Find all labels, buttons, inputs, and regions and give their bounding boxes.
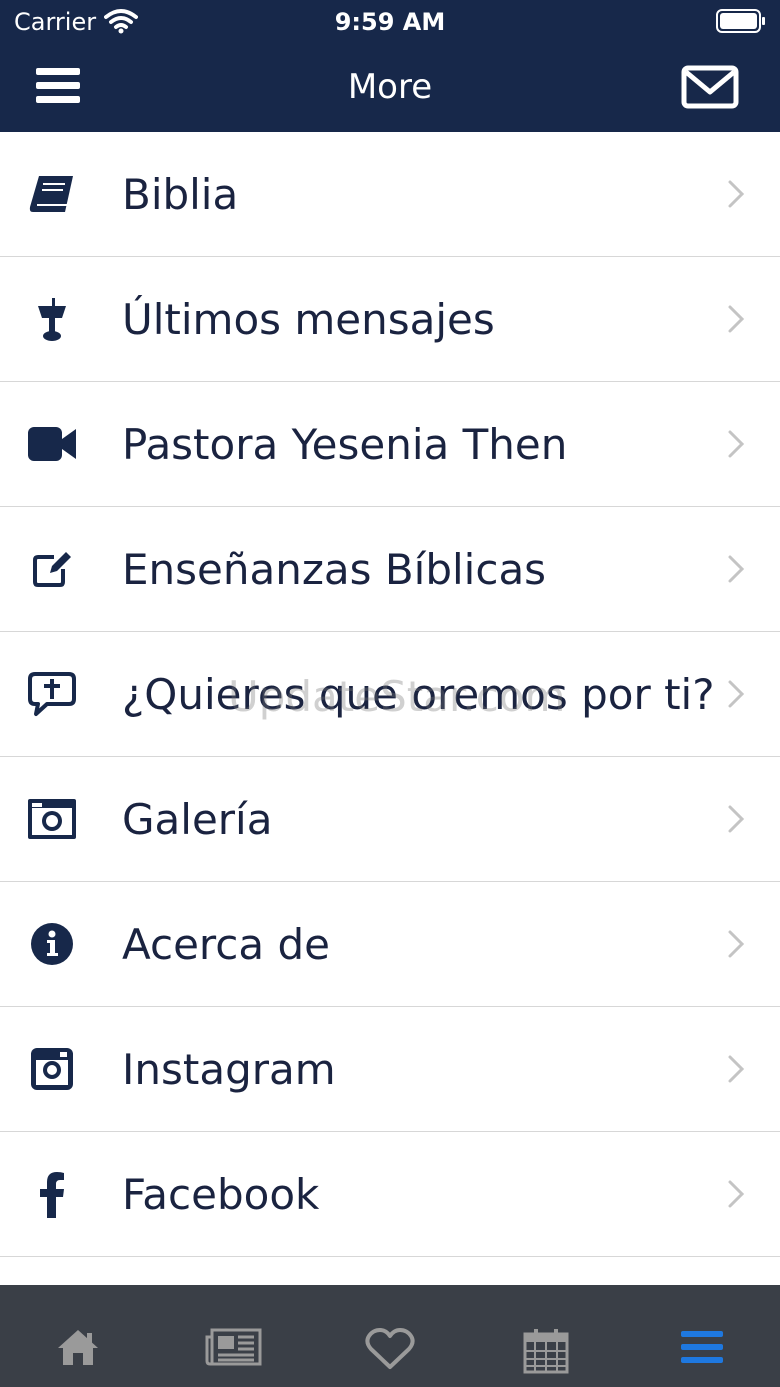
tab-favorites[interactable]	[312, 1285, 468, 1387]
menu-item-pastora-yesenia-then[interactable]: Pastora Yesenia Then	[0, 382, 780, 507]
menu-item-label: Facebook	[122, 1170, 320, 1219]
edit-icon	[24, 545, 80, 593]
menu-item-acerca-de[interactable]: Acerca de	[0, 882, 780, 1007]
video-camera-icon	[24, 420, 80, 468]
facebook-icon	[24, 1170, 80, 1218]
chevron-right-icon	[728, 430, 745, 458]
chevron-right-icon	[728, 930, 745, 958]
menu-item-biblia[interactable]: Biblia	[0, 132, 780, 257]
menu-item-label: Últimos mensajes	[122, 295, 495, 344]
page-title: More	[347, 67, 433, 107]
menu-item-label: Pastora Yesenia Then	[122, 420, 568, 469]
tab-home[interactable]	[0, 1285, 156, 1387]
mail-icon[interactable]	[680, 64, 740, 110]
menu-item-facebook[interactable]: Facebook	[0, 1132, 780, 1257]
menu-item-label: Galería	[122, 795, 273, 844]
menu-item-instagram[interactable]: Instagram	[0, 1007, 780, 1132]
tab-bar	[0, 1285, 780, 1387]
menu-item-label: ¿Quieres que oremos por ti?	[122, 670, 715, 719]
menu-item-ultimos-mensajes[interactable]: Últimos mensajes	[0, 257, 780, 382]
tab-news[interactable]	[156, 1285, 312, 1387]
menu-item-label: Instagram	[122, 1045, 336, 1094]
menu-item-ensenanzas-biblicas[interactable]: Enseñanzas Bíblicas	[0, 507, 780, 632]
menu-item-label: Biblia	[122, 170, 239, 219]
chevron-right-icon	[728, 1055, 745, 1083]
prayer-chat-icon	[24, 670, 80, 718]
status-bar: Carrier 9:59 AM	[0, 0, 780, 44]
chevron-right-icon	[728, 680, 745, 708]
podium-icon	[24, 295, 80, 343]
instagram-icon	[24, 1045, 80, 1093]
menu-item-galeria[interactable]: Galería	[0, 757, 780, 882]
chevron-right-icon	[728, 1180, 745, 1208]
chevron-right-icon	[728, 180, 745, 208]
tab-more[interactable]	[624, 1285, 780, 1387]
more-menu-list: Biblia Últimos mensajes Pastora Yesenia …	[0, 132, 780, 1257]
battery-icon	[716, 9, 765, 33]
tab-calendar[interactable]	[468, 1285, 624, 1387]
book-icon	[24, 170, 80, 218]
info-icon	[24, 920, 80, 968]
heart-icon	[365, 1328, 415, 1369]
menu-item-label: Enseñanzas Bíblicas	[122, 545, 547, 594]
home-icon	[58, 1330, 98, 1365]
chevron-right-icon	[728, 555, 745, 583]
navigation-bar: More	[0, 44, 780, 132]
more-menu-icon	[681, 1331, 723, 1363]
chevron-right-icon	[728, 305, 745, 333]
chevron-right-icon	[728, 805, 745, 833]
news-icon	[205, 1328, 262, 1366]
menu-item-label: Acerca de	[122, 920, 330, 969]
menu-item-oracion[interactable]: ¿Quieres que oremos por ti?	[0, 632, 780, 757]
calendar-icon	[523, 1329, 569, 1374]
camera-icon	[24, 795, 80, 843]
clock: 9:59 AM	[334, 8, 446, 36]
